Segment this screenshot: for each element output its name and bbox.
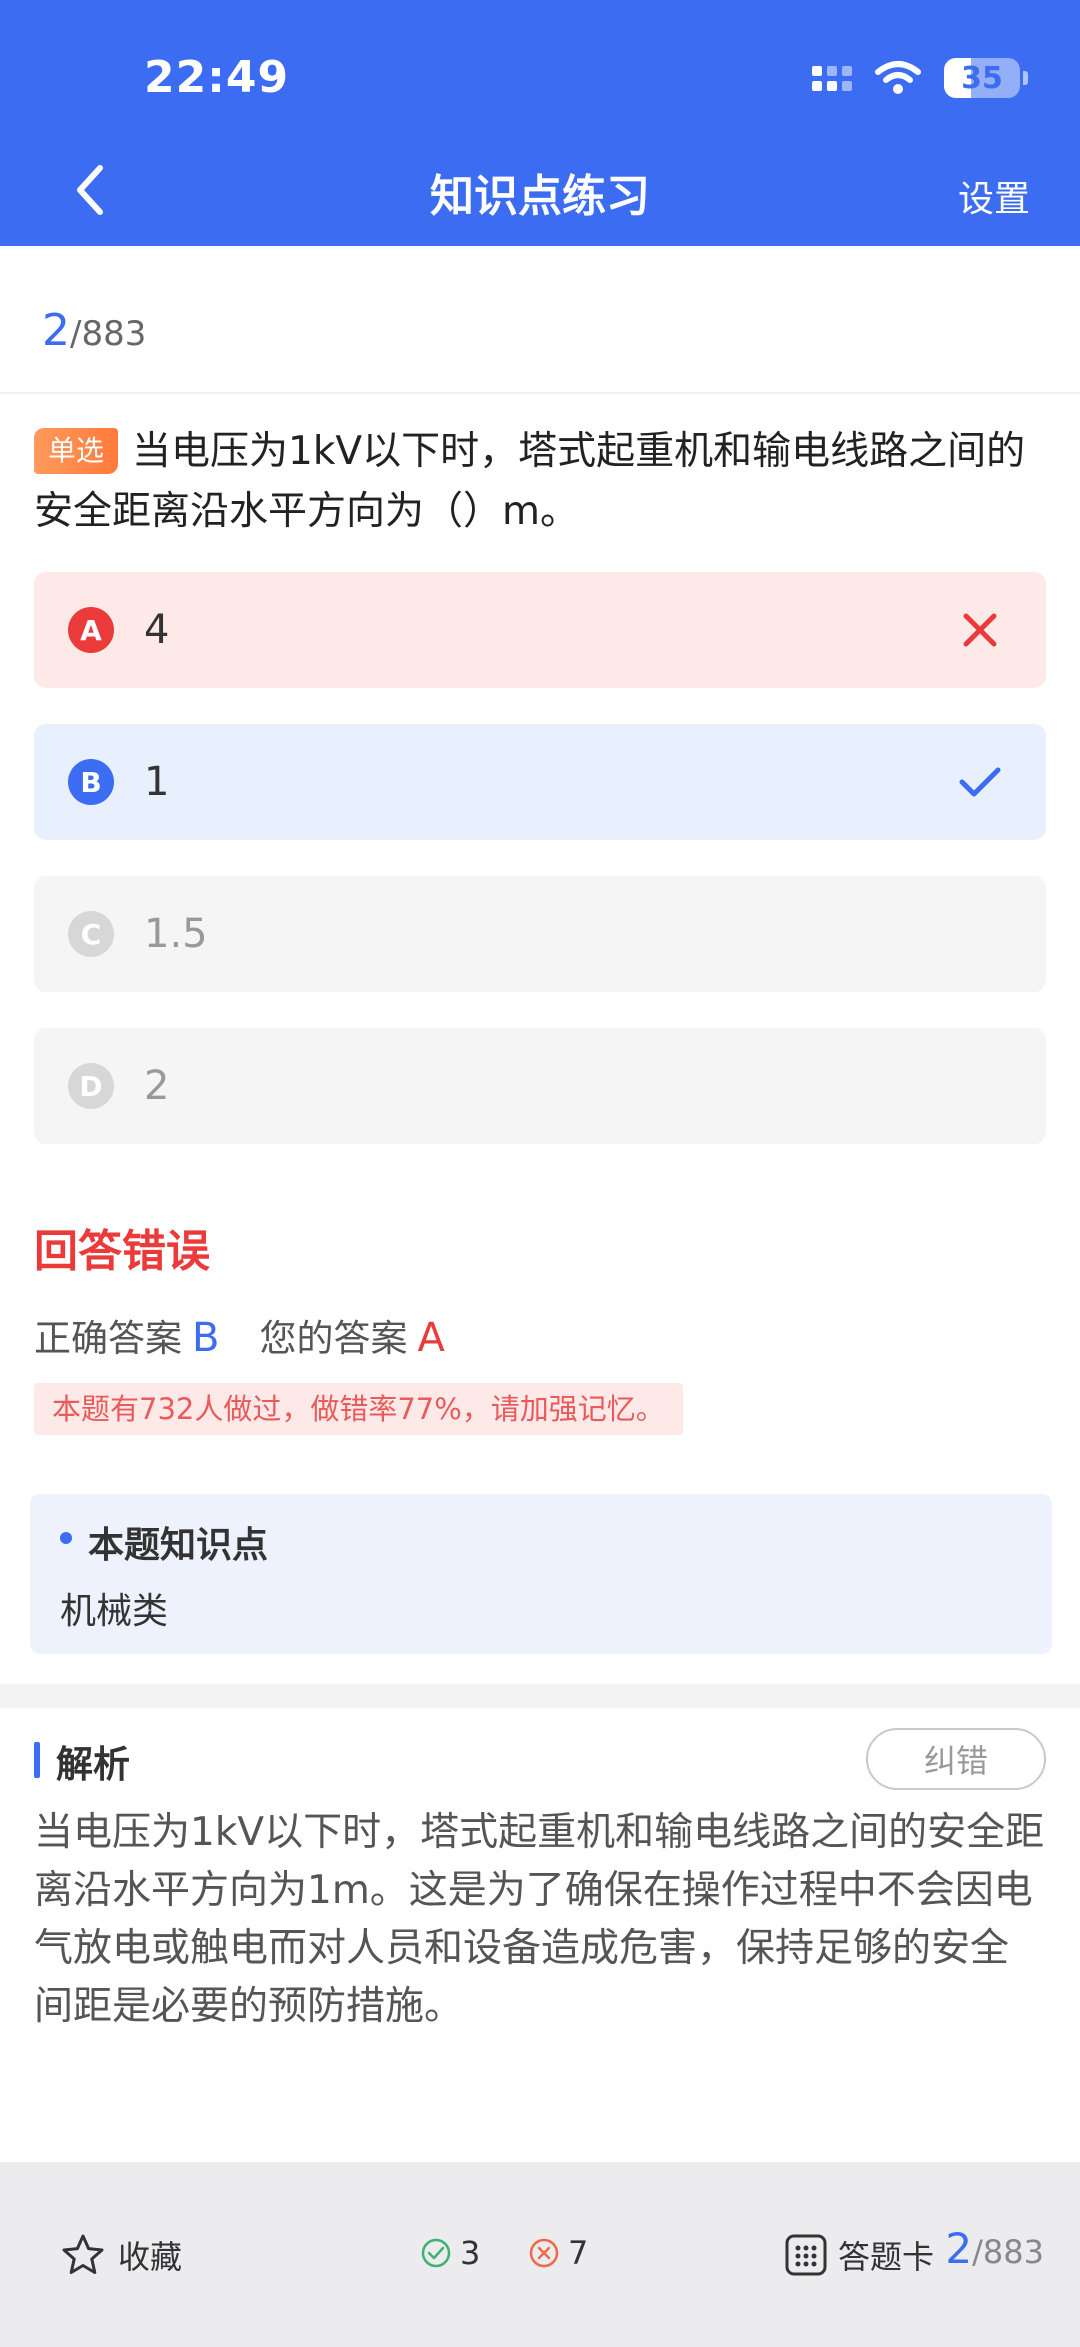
bottom-bar: 收藏 3 7 答题卡 2/883 [0, 2162, 1080, 2347]
correct-count-value: 3 [460, 2234, 481, 2272]
correct-answer-value: B [192, 1315, 220, 1361]
cross-circle-icon [529, 2238, 559, 2268]
your-answer-label: 您的答案 [259, 1317, 408, 1360]
error-rate-note: 本题有732人做过，做错率77%，请加强记忆。 [34, 1383, 683, 1435]
wifi-icon [875, 61, 921, 94]
star-icon [62, 2234, 104, 2274]
bottom-progress: 2/883 [945, 2224, 1044, 2273]
option-letter: B [68, 759, 114, 805]
option-letter: D [68, 1063, 114, 1109]
result-title: 回答错误 [34, 1226, 210, 1277]
bottom-progress-current: 2 [945, 2224, 973, 2273]
answer-summary: 正确答案 B 您的答案 A [34, 1308, 445, 1362]
grid-icon [785, 2234, 827, 2276]
divider [0, 392, 1080, 394]
your-answer-value: A [417, 1315, 445, 1361]
answer-sheet-label: 答题卡 [838, 2238, 935, 2276]
option-value: 2 [144, 1063, 170, 1109]
cross-icon [963, 613, 997, 647]
bottom-progress-total: /883 [972, 2233, 1044, 2271]
option-a[interactable]: A 4 [34, 572, 1046, 688]
analysis-text: 当电压为1kV以下时，塔式起重机和输电线路之间的安全距离沿水平方向为1m。这是为… [34, 1810, 1045, 2029]
section-separator [0, 1684, 1080, 1708]
option-value: 1 [144, 759, 170, 805]
question-text: 单选 当电压为1kV以下时，塔式起重机和输电线路之间的安全距离沿水平方向为（）m。 [34, 422, 1046, 542]
favorite-button[interactable]: 收藏 [60, 2232, 182, 2278]
report-error-button[interactable]: 纠错 [866, 1728, 1046, 1790]
question-type-tag: 单选 [34, 428, 119, 474]
correct-count: 3 [420, 2234, 480, 2272]
progress-current: 2 [42, 305, 70, 356]
correct-answer-label: 正确答案 [34, 1317, 182, 1360]
settings-button[interactable]: 设置 [958, 170, 1030, 222]
option-d[interactable]: D 2 [34, 1028, 1046, 1144]
battery-level-text: 35 [961, 60, 1003, 96]
favorite-label: 收藏 [118, 2238, 183, 2276]
question-progress: 2/883 [42, 305, 146, 356]
signal-icon [812, 65, 852, 91]
page-title: 知识点练习 [430, 171, 650, 222]
option-letter: A [68, 607, 114, 653]
option-letter: C [68, 911, 114, 957]
analysis-title: 解析 [56, 1743, 130, 1786]
knowledge-point-title: 本题知识点 [88, 1525, 269, 1566]
bullet-dot [60, 1532, 72, 1544]
option-value: 1.5 [144, 911, 208, 957]
status-icons: 35 [812, 56, 1028, 100]
check-circle-icon [421, 2238, 451, 2268]
status-time: 22:49 [144, 52, 290, 103]
knowledge-point-card: 本题知识点 机械类 [30, 1494, 1052, 1654]
option-c[interactable]: C 1.5 [34, 876, 1046, 992]
section-accent-bar [34, 1742, 40, 1778]
wrong-count: 7 [528, 2234, 588, 2272]
wrong-count-value: 7 [568, 2234, 589, 2272]
progress-total: /883 [70, 314, 147, 354]
app-header: 22:49 35 知识点练习 设置 [0, 0, 1080, 246]
option-value: 4 [144, 607, 170, 653]
check-icon [959, 767, 1001, 797]
knowledge-point-value: 机械类 [60, 1591, 169, 1632]
answer-sheet-button[interactable]: 答题卡 [784, 2232, 934, 2278]
battery-icon: 35 [944, 58, 1028, 98]
question-stem: 当电压为1kV以下时，塔式起重机和输电线路之间的安全距离沿水平方向为（）m。 [34, 429, 1026, 534]
option-b[interactable]: B 1 [34, 724, 1046, 840]
